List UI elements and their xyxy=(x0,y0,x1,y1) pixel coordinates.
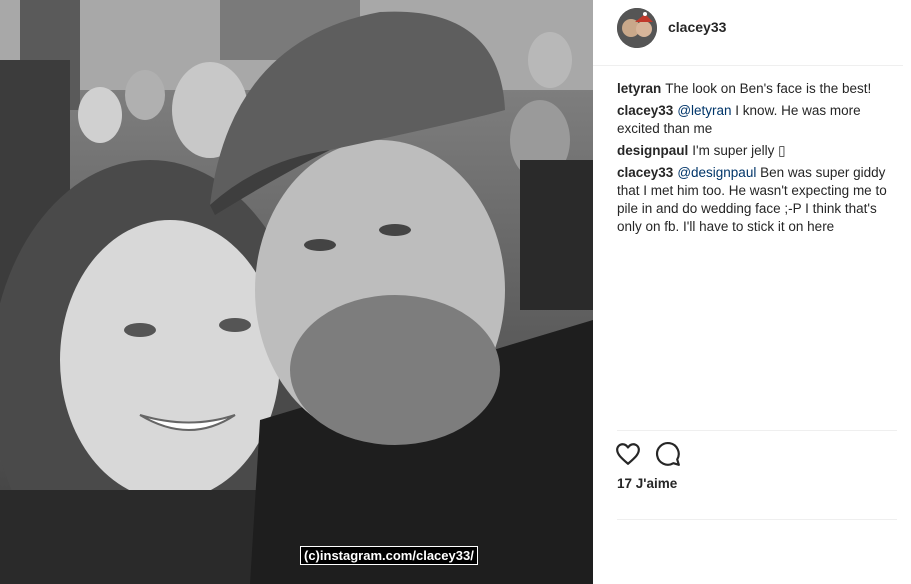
post-photo: (c)instagram.com/clacey33/ xyxy=(0,0,593,584)
comment-username[interactable]: letyran xyxy=(617,81,661,96)
comment-mention[interactable]: @designpaul xyxy=(677,165,756,180)
comment-username[interactable]: clacey33 xyxy=(617,103,673,118)
watermark-text: (c)instagram.com/clacey33/ xyxy=(300,546,478,565)
comment-text: I'm super jelly ▯ xyxy=(692,143,786,158)
comment-username[interactable]: designpaul xyxy=(617,143,688,158)
avatar[interactable] xyxy=(617,8,657,48)
photo-illustration xyxy=(0,0,593,584)
post-author-username[interactable]: clacey33 xyxy=(668,19,726,35)
actions-divider xyxy=(617,430,897,431)
comment-text: The look on Ben's face is the best! xyxy=(665,81,872,96)
comment-mention[interactable]: @letyran xyxy=(677,103,731,118)
comments-panel: clacey33 letyran The look on Ben's face i… xyxy=(593,0,911,584)
heart-icon[interactable] xyxy=(615,441,641,467)
comment-item: letyran The look on Ben's face is the bes… xyxy=(617,80,905,98)
avatar-image xyxy=(617,8,657,48)
comment-input-divider xyxy=(617,519,897,520)
comment-bubble-icon[interactable] xyxy=(655,441,681,467)
comment-item: clacey33 @letyran I know. He was more exc… xyxy=(617,102,905,138)
comment-item: designpaul I'm super jelly ▯ xyxy=(617,142,905,160)
post-actions xyxy=(615,440,681,468)
likes-count[interactable]: 17 J'aime xyxy=(617,476,677,491)
comment-list: letyran The look on Ben's face is the bes… xyxy=(617,80,905,240)
post-header: clacey33 xyxy=(593,0,903,66)
comment-username[interactable]: clacey33 xyxy=(617,165,673,180)
comment-item: clacey33 @designpaul Ben was super giddy … xyxy=(617,164,905,236)
